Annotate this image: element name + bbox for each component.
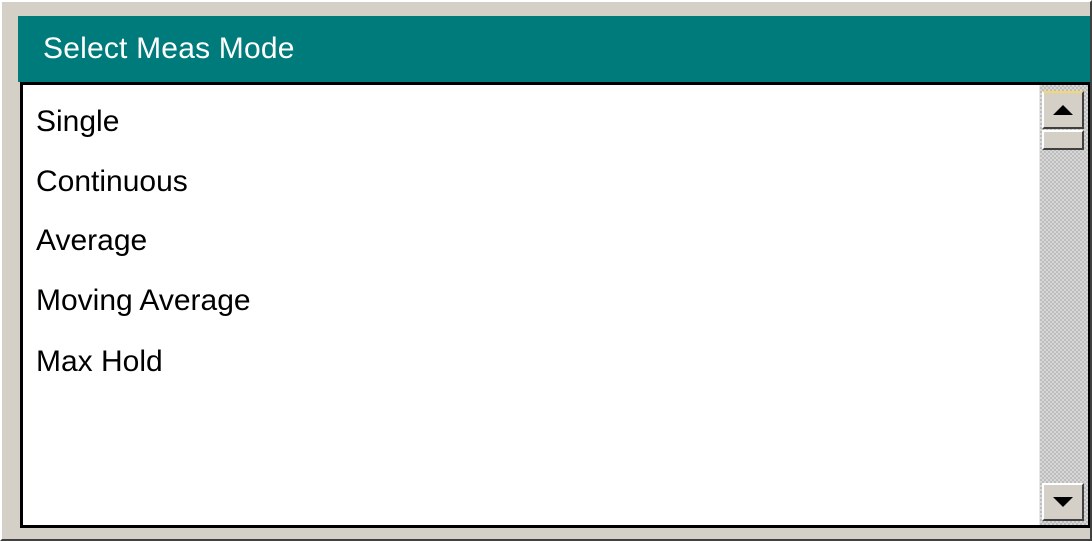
scrollbar-thumb[interactable]	[1042, 130, 1084, 150]
list-item-max-hold[interactable]: Max Hold	[36, 342, 163, 382]
vertical-scrollbar[interactable]	[1039, 85, 1088, 525]
meas-mode-dialog: Select Meas Mode Single Continuous Avera…	[0, 0, 1092, 541]
dialog-title: Select Meas Mode	[18, 16, 1090, 82]
scroll-up-button[interactable]	[1042, 91, 1084, 129]
list-item-moving-average[interactable]: Moving Average	[36, 281, 251, 321]
scroll-up-arrow-icon	[1053, 105, 1073, 115]
list-item-continuous[interactable]: Continuous	[36, 162, 188, 202]
list-item-single[interactable]: Single	[36, 102, 119, 142]
meas-mode-listbox[interactable]: Single Continuous Average Moving Average…	[20, 82, 1090, 528]
list-item-average[interactable]: Average	[36, 221, 147, 261]
list-items: Single Continuous Average Moving Average…	[23, 85, 1039, 525]
scroll-down-button[interactable]	[1042, 483, 1084, 521]
scroll-down-arrow-icon	[1053, 497, 1073, 507]
